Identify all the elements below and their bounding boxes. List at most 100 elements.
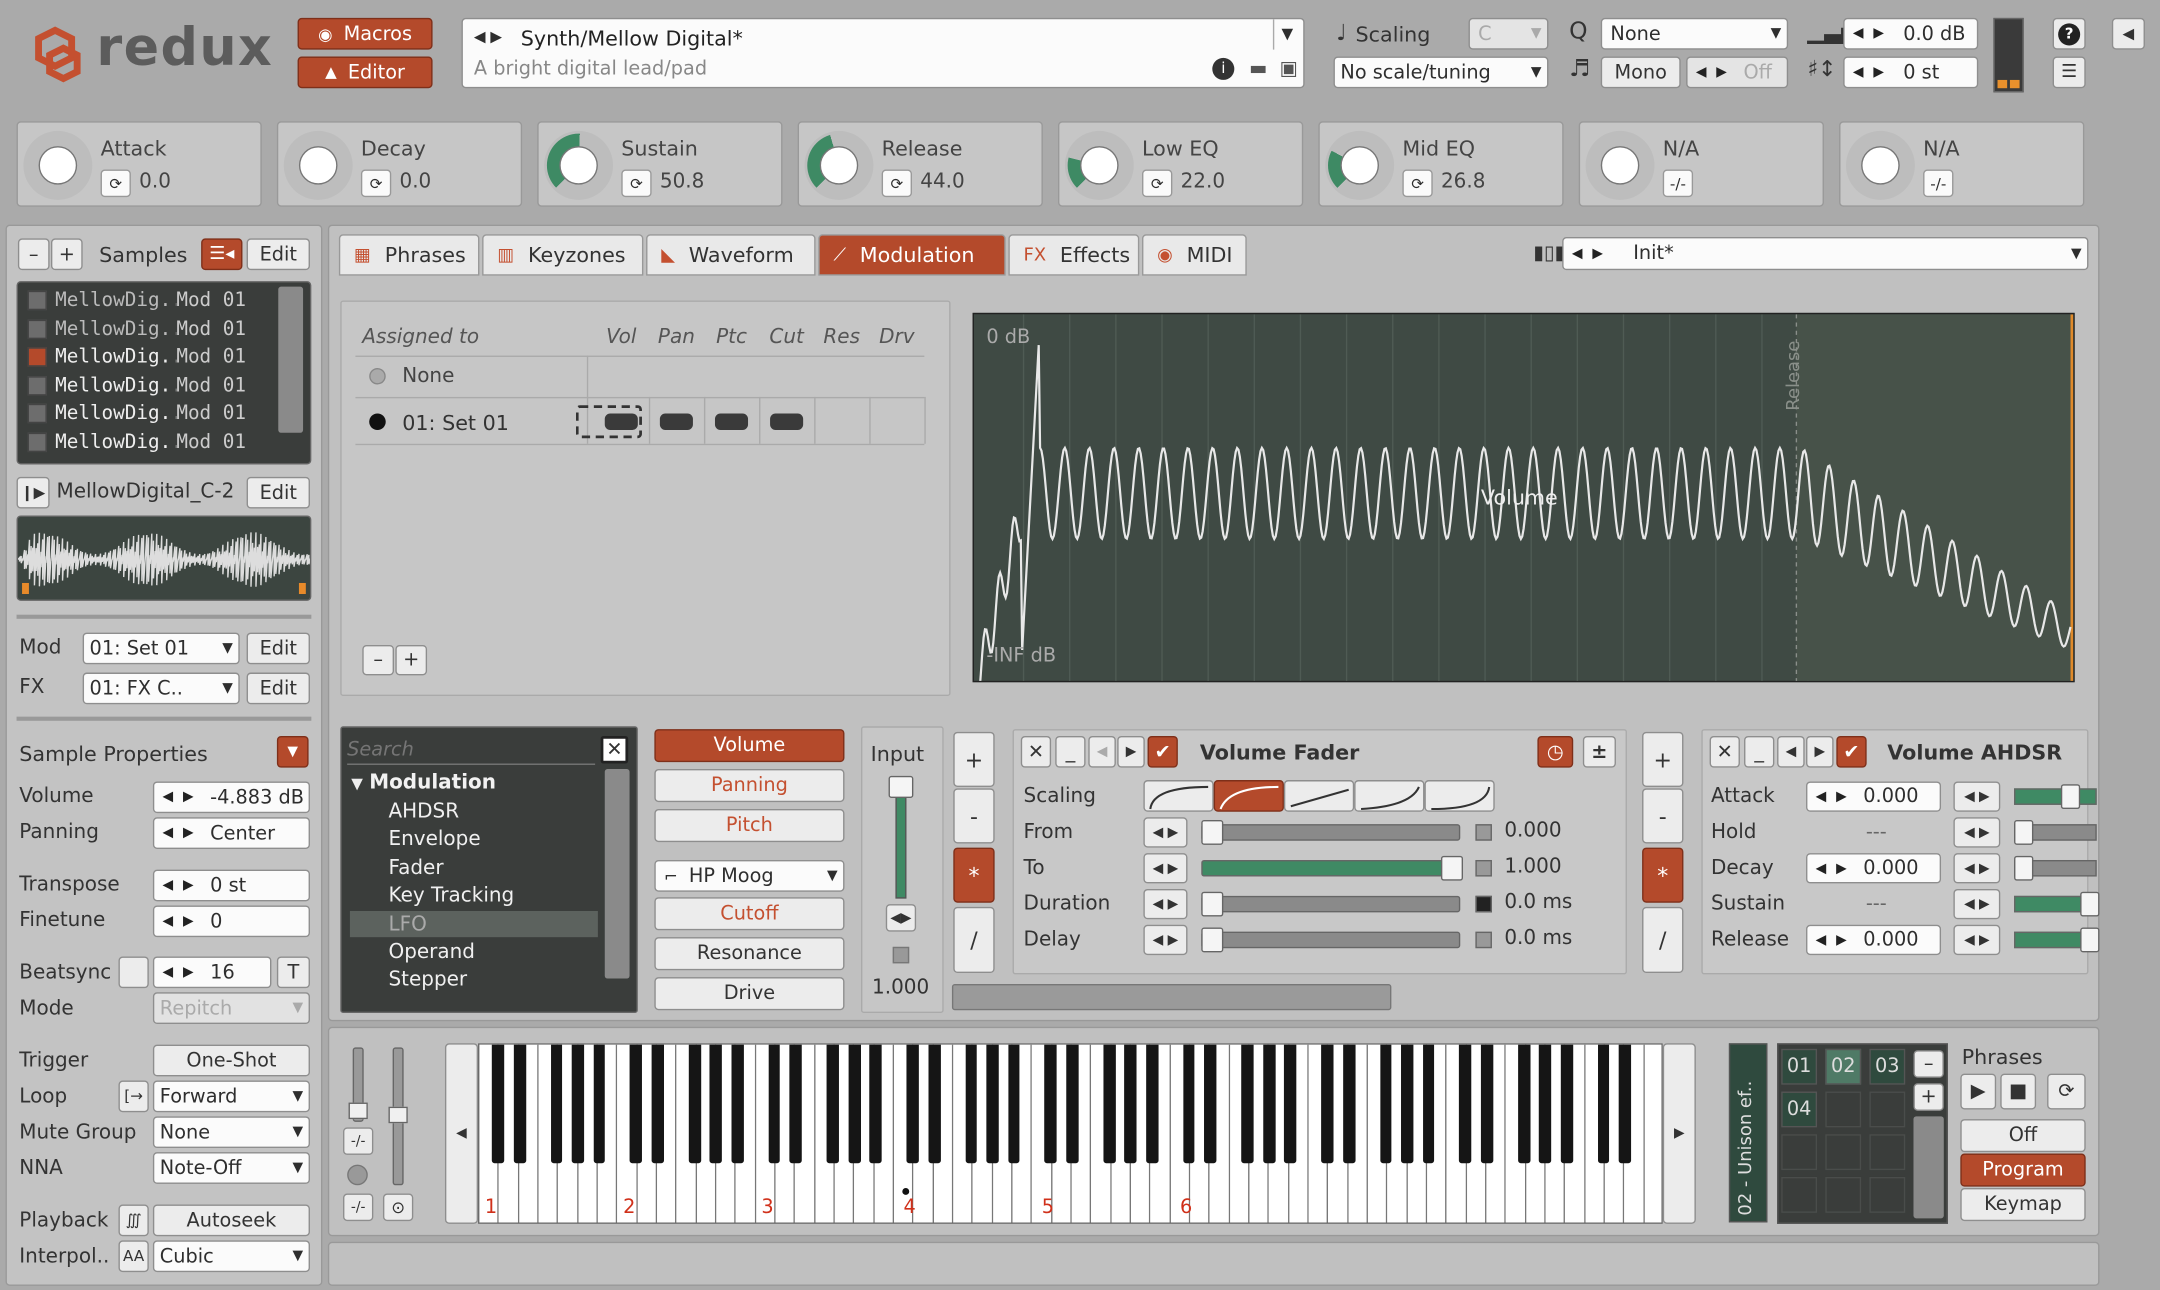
- arrows[interactable]: ◀ ▶: [154, 965, 204, 980]
- sample-finetune-field[interactable]: ◀ ▶ 0: [152, 905, 310, 938]
- black-key[interactable]: [986, 1044, 999, 1164]
- clear-search-button[interactable]: ✕: [600, 735, 629, 764]
- fader-arrows[interactable]: ◀ ▶: [1143, 888, 1188, 920]
- fader-link-checkbox[interactable]: [1475, 859, 1492, 877]
- fader-move-right-button[interactable]: ▶: [1117, 735, 1145, 768]
- trigger-button[interactable]: One-Shot: [152, 1044, 310, 1077]
- black-key[interactable]: [1124, 1044, 1137, 1164]
- folder-icon[interactable]: ▬: [1249, 58, 1267, 80]
- black-key[interactable]: [1204, 1044, 1217, 1164]
- preferences-button[interactable]: ☰: [2052, 56, 2086, 89]
- fader-arrows[interactable]: ◀ ▶: [1143, 853, 1188, 884]
- preset-prev-next[interactable]: ◀ ▶: [474, 28, 502, 46]
- fader-link-checkbox[interactable]: [1475, 931, 1492, 949]
- help-button[interactable]: ?: [2052, 17, 2086, 50]
- input-slider-handle[interactable]: [888, 775, 914, 798]
- macros-button[interactable]: ◉ Macros: [297, 17, 433, 50]
- beatsync-mode-select[interactable]: Repitch ▼: [152, 992, 310, 1025]
- keyboard-link-button[interactable]: -/-: [343, 1193, 374, 1222]
- editor-button[interactable]: ▲ Editor: [297, 56, 433, 89]
- device-item-operand[interactable]: Operand: [388, 941, 474, 963]
- fader-tempo-sync-button[interactable]: ◷: [1537, 735, 1574, 768]
- ahdsr-mod-arrows[interactable]: ◀ ▶: [1953, 853, 2001, 884]
- macro-link-icon[interactable]: ⟳: [360, 169, 392, 198]
- scaling-curve-2-button[interactable]: [1213, 780, 1284, 812]
- black-key[interactable]: [1320, 1044, 1334, 1164]
- black-key[interactable]: [1459, 1044, 1472, 1164]
- info-icon[interactable]: i: [1212, 57, 1235, 80]
- arrows[interactable]: ◀ ▶: [1807, 861, 1857, 876]
- phrase-name-bar[interactable]: 02 - Unison ef..: [1728, 1043, 1768, 1223]
- keyboard-scroll-left-button[interactable]: ◀: [444, 1043, 479, 1224]
- black-key[interactable]: [1480, 1044, 1494, 1164]
- device-item-key-tracking[interactable]: Key Tracking: [388, 885, 514, 907]
- scaling-curve-5-button[interactable]: [1424, 780, 1495, 812]
- preset-box[interactable]: ◀ ▶ Synth/Mellow Digital* A bright digit…: [461, 17, 1305, 89]
- sample-transpose-field[interactable]: ◀ ▶ 0 st: [152, 869, 310, 902]
- ahdsr-mod-slider-handle[interactable]: [2014, 855, 2034, 881]
- quantize-select[interactable]: None ▼: [1600, 17, 1789, 50]
- black-key[interactable]: [1518, 1044, 1531, 1164]
- ahdsr-delete-button[interactable]: ✕: [1709, 735, 1740, 768]
- knob-dial[interactable]: [1585, 130, 1655, 200]
- remove-sample-button[interactable]: –: [17, 238, 50, 271]
- master-transpose-field[interactable]: ◀ ▶ 0 st: [1843, 56, 1979, 89]
- operator-add-button[interactable]: +: [953, 731, 995, 787]
- ahdsr-mod-slider-handle[interactable]: [2080, 891, 2100, 917]
- beatsync-field[interactable]: ◀ ▶ 16: [152, 956, 272, 989]
- add-assignment-button[interactable]: +: [395, 644, 428, 676]
- fader-slider[interactable]: [1201, 824, 1461, 841]
- phrase-slot-empty[interactable]: [1869, 1176, 1906, 1213]
- loop-mode-select[interactable]: Forward ▼: [152, 1080, 310, 1113]
- sample-list-toggle-button[interactable]: ☰◂: [201, 238, 243, 271]
- phrase-slot-03[interactable]: 03: [1869, 1048, 1906, 1085]
- black-key[interactable]: [928, 1044, 941, 1164]
- oversample-toggle[interactable]: AA: [118, 1240, 149, 1273]
- device-item-stepper[interactable]: Stepper: [388, 969, 467, 991]
- fx-chain-select[interactable]: 01: FX C.. ▼: [82, 672, 240, 705]
- macro-link-icon[interactable]: ⟳: [1402, 169, 1433, 198]
- fader-arrows[interactable]: ◀ ▶: [1143, 924, 1188, 956]
- macro-knob-5[interactable]: Low EQ ⟳ 22.0: [1057, 121, 1304, 207]
- phrase-slot-empty[interactable]: [1781, 1176, 1818, 1213]
- arrows[interactable]: ◀ ▶: [1807, 789, 1857, 804]
- phrase-slot-04[interactable]: 04: [1781, 1091, 1818, 1128]
- pitch-range-button[interactable]: -/-: [343, 1127, 374, 1155]
- pitch-bend-handle[interactable]: [348, 1102, 368, 1120]
- black-key[interactable]: [550, 1044, 563, 1164]
- modulation-graph[interactable]: 0 dB -INF dB Volume Release: [972, 312, 2075, 683]
- white-key[interactable]: [1644, 1044, 1662, 1223]
- device-item-fader[interactable]: Fader: [388, 857, 443, 879]
- ahdsr-attack-field[interactable]: ◀ ▶ 0.000: [1806, 781, 1942, 812]
- tab-effects[interactable]: FX Effects: [1008, 234, 1140, 276]
- arrows[interactable]: ◀ ▶: [154, 826, 204, 841]
- black-key[interactable]: [710, 1044, 723, 1164]
- ahdsr-sustain-field[interactable]: ---: [1806, 889, 1941, 919]
- black-key[interactable]: [768, 1044, 781, 1164]
- arrows[interactable]: ◀ ▶: [1564, 246, 1614, 261]
- target-pitch-button[interactable]: Pitch: [654, 809, 845, 843]
- macro-knob-2[interactable]: Decay ⟳ 0.0: [276, 121, 523, 207]
- black-key[interactable]: [1241, 1044, 1254, 1164]
- ahdsr-release-field[interactable]: ◀ ▶ 0.000: [1806, 924, 1942, 956]
- phrase-slot-01[interactable]: 01: [1781, 1048, 1818, 1085]
- ahdsr-mod-slider-handle[interactable]: [2080, 927, 2100, 953]
- expand-arrow-icon[interactable]: ▼: [351, 775, 363, 793]
- phrase-slot-empty[interactable]: [1869, 1091, 1906, 1128]
- tab-waveform[interactable]: ◣ Waveform: [646, 234, 816, 276]
- black-key[interactable]: [1182, 1044, 1195, 1164]
- interpolation-select[interactable]: Cubic ▼: [152, 1240, 310, 1273]
- device-item-ahdsr[interactable]: AHDSR: [388, 801, 459, 823]
- fader-slider[interactable]: [1201, 895, 1461, 913]
- phrase-mode-program-button[interactable]: Program: [1960, 1153, 2086, 1187]
- preset-dropdown-icon[interactable]: ▼: [1272, 19, 1301, 50]
- black-key[interactable]: [651, 1044, 664, 1164]
- set-radio[interactable]: [369, 413, 386, 430]
- scaling-curve-1-button[interactable]: [1143, 780, 1214, 812]
- knob-dial[interactable]: [1845, 130, 1915, 200]
- fader-slider[interactable]: [1201, 859, 1461, 877]
- macro-link-icon[interactable]: ⟳: [100, 169, 131, 198]
- playback-button[interactable]: Autoseek: [152, 1204, 310, 1237]
- operator-multiply-button[interactable]: *: [953, 847, 995, 903]
- phrase-slot-empty[interactable]: [1825, 1134, 1862, 1171]
